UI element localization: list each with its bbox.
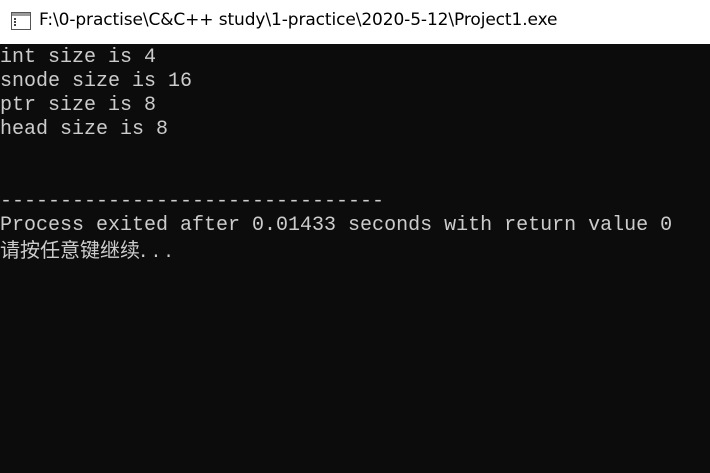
console-window-icon	[11, 12, 31, 30]
separator-line: --------------------------------	[0, 190, 385, 213]
console-line: head size is 8	[0, 118, 169, 141]
console-window: F:\0-practise\C&C++ study\1-practice\202…	[0, 0, 710, 473]
console-line: snode size is 16	[0, 70, 193, 93]
console-output[interactable]: int size is 4 snode size is 16 ptr size …	[0, 44, 710, 473]
console-line: ptr size is 8	[0, 94, 157, 117]
window-title: F:\0-practise\C&C++ study\1-practice\202…	[39, 10, 558, 30]
title-bar[interactable]: F:\0-practise\C&C++ study\1-practice\202…	[0, 0, 710, 44]
console-line: int size is 4	[0, 46, 157, 69]
process-exit-message: Process exited after 0.01433 seconds wit…	[0, 214, 673, 237]
press-any-key-prompt: 请按任意键继续. . .	[0, 238, 172, 262]
